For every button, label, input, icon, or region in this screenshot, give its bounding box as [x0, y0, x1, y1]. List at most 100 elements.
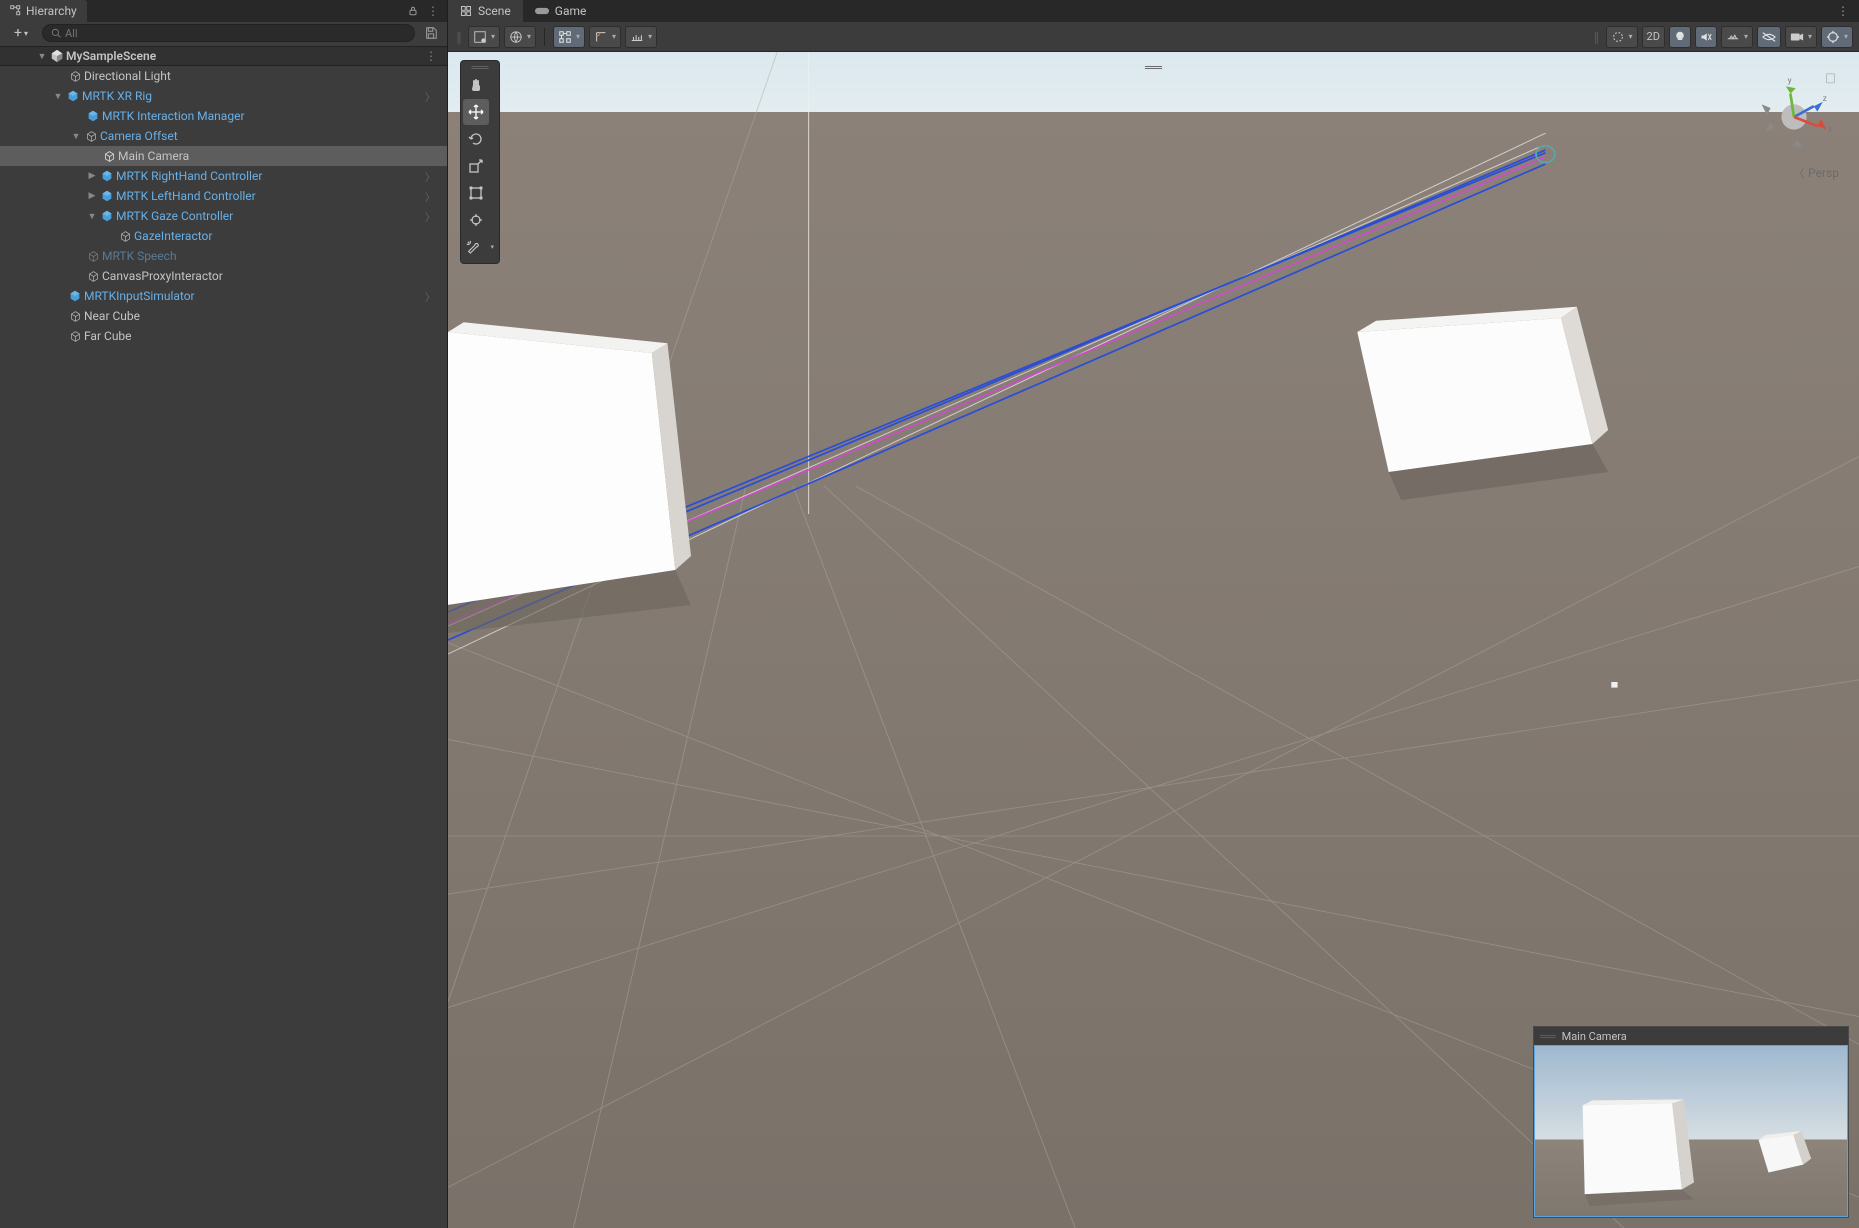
scene-viewport[interactable]: ══ ══ ▾	[448, 52, 1859, 1228]
scale-tool-button[interactable]	[463, 153, 489, 179]
scene-tab-bar: Scene Game ⋮	[448, 0, 1859, 22]
grid-snap-button[interactable]: ▾	[553, 26, 585, 48]
hierarchy-item-near-cube[interactable]: Near Cube	[0, 306, 447, 326]
prefab-open-icon[interactable]: 〉	[425, 289, 447, 304]
search-input[interactable]	[65, 27, 406, 40]
prefab-icon	[84, 109, 102, 123]
game-tab-icon	[535, 5, 549, 17]
expand-toggle[interactable]: ▶	[86, 191, 98, 201]
hierarchy-tab[interactable]: Hierarchy	[0, 0, 87, 22]
add-button[interactable]: +▾	[6, 24, 36, 42]
panel-more-icon[interactable]: ⋮	[1837, 4, 1859, 18]
hierarchy-item-gaze-controller[interactable]: ▼ MRTK Gaze Controller 〉	[0, 206, 447, 226]
toolbar-grip-icon: ∥	[1592, 30, 1602, 44]
move-tool-button[interactable]	[463, 99, 489, 125]
hierarchy-item-main-camera[interactable]: Main Camera	[0, 146, 447, 166]
scene-toolbar: ∥ ▾ ▾ ▾ ▾ ▾ ∥ ▾ 2D	[448, 22, 1859, 52]
node-label: MRTK LeftHand Controller	[116, 189, 256, 203]
unity-scene-icon	[48, 49, 66, 63]
near-cube-mesh	[448, 322, 691, 633]
search-icon	[51, 28, 61, 38]
hierarchy-tab-label: Hierarchy	[26, 4, 77, 18]
gizmos-button[interactable]: ▾	[1821, 26, 1853, 48]
projection-label[interactable]: 〈 Persp	[1749, 165, 1839, 180]
node-label: MRTK RightHand Controller	[116, 169, 262, 183]
hierarchy-toolbar: +▾	[0, 22, 447, 44]
hierarchy-item-camera-offset[interactable]: ▼ Camera Offset	[0, 126, 447, 146]
expand-toggle[interactable]: ▼	[52, 91, 64, 102]
scene-row[interactable]: ▼ MySampleScene ⋮	[0, 46, 447, 66]
gameobject-icon	[100, 150, 118, 163]
node-label: GazeInteractor	[134, 229, 212, 243]
snap-settings-button[interactable]: ▾	[625, 26, 657, 48]
node-label: Far Cube	[84, 329, 132, 343]
node-label: MRTK Gaze Controller	[116, 209, 233, 223]
hierarchy-item-canvas-proxy[interactable]: CanvasProxyInteractor	[0, 266, 447, 286]
toggle-2d-button[interactable]: 2D	[1642, 26, 1665, 48]
hierarchy-item-gaze-interactor[interactable]: GazeInteractor	[0, 226, 447, 246]
node-label: MRTK Speech	[102, 249, 177, 263]
prefab-icon	[98, 209, 116, 223]
lighting-button[interactable]	[1669, 26, 1691, 48]
rect-tool-button[interactable]	[463, 180, 489, 206]
expand-toggle[interactable]: ▼	[36, 51, 48, 62]
viewport-top-grip-icon[interactable]: ══	[1145, 60, 1162, 74]
hierarchy-item-mrtk-xr-rig[interactable]: ▼ MRTK XR Rig 〉	[0, 86, 447, 106]
prefab-icon	[98, 189, 116, 203]
expand-toggle[interactable]: ▼	[86, 211, 98, 222]
camera-preview[interactable]: ══ Main Camera	[1533, 1026, 1849, 1218]
orientation-gizmo[interactable]: x y z 〈 Persp	[1749, 72, 1839, 180]
hierarchy-item-mrtk-speech[interactable]: MRTK Speech	[0, 246, 447, 266]
hierarchy-item-left-hand[interactable]: ▶ MRTK LeftHand Controller 〉	[0, 186, 447, 206]
gameobject-icon	[66, 310, 84, 323]
node-label: MRTK XR Rig	[82, 89, 152, 103]
svg-text:x: x	[1828, 123, 1832, 133]
hierarchy-item-input-simulator[interactable]: MRTKInputSimulator 〉	[0, 286, 447, 306]
camera-preview-body	[1534, 1045, 1848, 1217]
prefab-open-icon[interactable]: 〉	[425, 189, 447, 204]
shading-mode-button[interactable]: ▾	[504, 26, 536, 48]
hierarchy-tab-bar: Hierarchy ⋮	[0, 0, 447, 22]
visibility-button[interactable]	[1757, 26, 1781, 48]
prefab-icon	[98, 169, 116, 183]
hierarchy-item-interaction-manager[interactable]: MRTK Interaction Manager	[0, 106, 447, 126]
hand-tool-button[interactable]	[463, 72, 489, 98]
row-more-icon[interactable]: ⋮	[425, 49, 447, 63]
game-tab[interactable]: Game	[523, 0, 599, 22]
node-label: Main Camera	[118, 149, 189, 163]
gameobject-icon	[84, 250, 102, 263]
draw-mode-button[interactable]: ▾	[468, 26, 500, 48]
scene-tab[interactable]: Scene	[448, 0, 523, 22]
prefab-open-icon[interactable]: 〉	[425, 209, 447, 224]
hierarchy-item-far-cube[interactable]: Far Cube	[0, 326, 447, 346]
custom-tool-button[interactable]: ▾	[463, 234, 497, 260]
svg-text:z: z	[1823, 93, 1827, 103]
transform-tool-button[interactable]	[463, 207, 489, 233]
scene-tab-label: Scene	[478, 4, 511, 18]
node-label: Directional Light	[84, 69, 171, 83]
panel-more-icon[interactable]: ⋮	[427, 4, 439, 18]
gameobject-icon	[66, 70, 84, 83]
effects-button[interactable]: ▾	[1721, 26, 1753, 48]
camera-preview-header[interactable]: ══ Main Camera	[1534, 1027, 1848, 1045]
game-tab-label: Game	[555, 4, 587, 18]
snap-increment-button[interactable]: ▾	[589, 26, 621, 48]
camera-preview-title: Main Camera	[1562, 1030, 1627, 1043]
lock-icon[interactable]	[407, 5, 419, 17]
prefab-icon	[64, 89, 82, 103]
toolbar-grip-icon: ∥	[454, 30, 464, 44]
prefab-open-icon[interactable]: 〉	[425, 169, 447, 184]
audio-button[interactable]	[1695, 26, 1717, 48]
rotate-tool-button[interactable]	[463, 126, 489, 152]
save-scene-button[interactable]	[421, 26, 441, 40]
search-box[interactable]	[42, 24, 415, 42]
expand-toggle[interactable]: ▼	[70, 131, 82, 142]
palette-grip-icon[interactable]: ══	[463, 63, 497, 71]
prefab-open-icon[interactable]: 〉	[425, 89, 447, 104]
expand-toggle[interactable]: ▶	[86, 171, 98, 181]
camera-button[interactable]: ▾	[1785, 26, 1817, 48]
hierarchy-item-right-hand[interactable]: ▶ MRTK RightHand Controller 〉	[0, 166, 447, 186]
draw-debug-button[interactable]: ▾	[1606, 26, 1638, 48]
hierarchy-item-directional-light[interactable]: Directional Light	[0, 66, 447, 86]
tool-palette: ══ ▾	[460, 60, 500, 264]
